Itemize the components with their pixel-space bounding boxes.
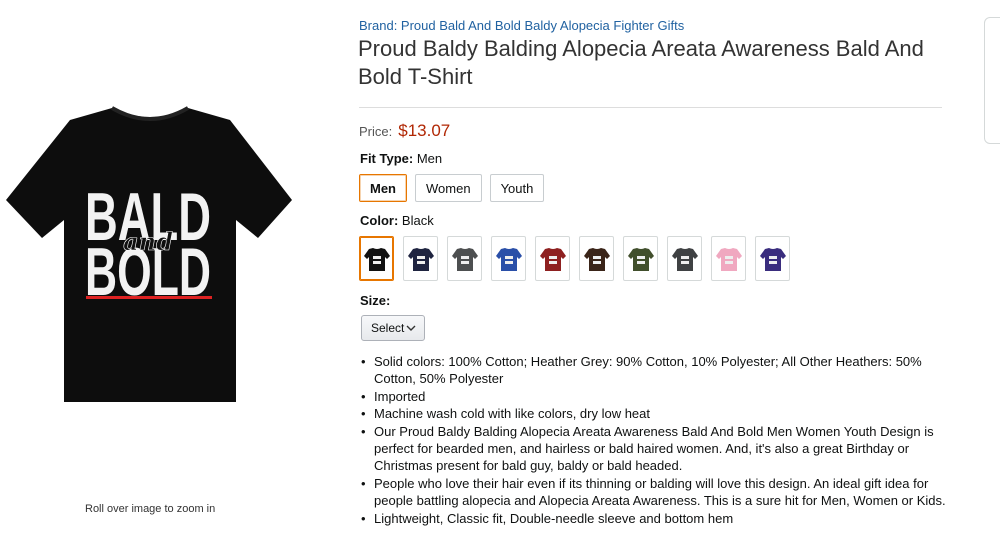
price-row: Price: $13.07 bbox=[359, 121, 450, 141]
size-select-value: Select bbox=[371, 321, 405, 335]
size-select[interactable]: Select bbox=[361, 315, 425, 341]
tshirt-thumbnail-icon bbox=[495, 247, 522, 271]
tshirt-thumbnail-icon bbox=[583, 247, 610, 271]
bullet-item: Solid colors: 100% Cotton; Heather Grey:… bbox=[361, 353, 954, 388]
fit-type-value: Men bbox=[416, 151, 443, 166]
tshirt-thumbnail-icon bbox=[671, 247, 698, 271]
tshirt-thumbnail-icon bbox=[363, 247, 390, 271]
feature-bullets: Solid colors: 100% Cotton; Heather Grey:… bbox=[361, 353, 954, 528]
color-swatch[interactable] bbox=[359, 236, 394, 281]
color-swatch[interactable] bbox=[491, 236, 526, 281]
bullet-item: People who love their hair even if its t… bbox=[361, 475, 954, 510]
fit-type-label: Fit Type: Men bbox=[360, 151, 442, 166]
tshirt-thumbnail-icon bbox=[539, 247, 566, 271]
bullet-item: Machine wash cold with like colors, dry … bbox=[361, 405, 954, 423]
tshirt-thumbnail-icon bbox=[407, 247, 434, 271]
color-label: Color: Black bbox=[360, 213, 434, 228]
color-swatch[interactable] bbox=[535, 236, 570, 281]
color-value: Black bbox=[401, 213, 434, 228]
buy-box-edge bbox=[984, 17, 1000, 144]
tshirt-print-mid: and bbox=[123, 227, 173, 256]
tshirt-thumbnail-icon bbox=[715, 247, 742, 271]
tshirt-thumbnail-icon bbox=[451, 247, 478, 271]
bullet-item: Imported bbox=[361, 388, 954, 406]
color-heading: Color: bbox=[360, 213, 399, 228]
color-swatch[interactable] bbox=[667, 236, 702, 281]
color-swatch[interactable] bbox=[447, 236, 482, 281]
brand-link[interactable]: Brand: Proud Bald And Bold Baldy Alopeci… bbox=[359, 18, 684, 33]
color-swatch[interactable] bbox=[579, 236, 614, 281]
fit-option-men[interactable]: Men bbox=[359, 174, 407, 202]
color-swatches bbox=[359, 236, 790, 281]
fit-type-options: Men Women Youth bbox=[359, 174, 545, 202]
divider bbox=[359, 107, 942, 108]
price-label: Price: bbox=[359, 124, 393, 139]
tshirt-thumbnail-icon bbox=[627, 247, 654, 271]
bullet-item: Lightweight, Classic fit, Double-needle … bbox=[361, 510, 954, 528]
price-value: $13.07 bbox=[398, 121, 451, 140]
fit-option-youth[interactable]: Youth bbox=[489, 174, 545, 202]
bullet-item: Our Proud Baldy Balding Alopecia Areata … bbox=[361, 423, 954, 475]
color-swatch[interactable] bbox=[711, 236, 746, 281]
color-swatch[interactable] bbox=[403, 236, 438, 281]
tshirt-thumbnail-icon bbox=[759, 247, 786, 271]
fit-option-women[interactable]: Women bbox=[415, 174, 482, 202]
color-swatch[interactable] bbox=[623, 236, 658, 281]
color-swatch[interactable] bbox=[755, 236, 790, 281]
product-page: BALD BOLD and Roll over image to zoom in… bbox=[0, 0, 1000, 547]
chevron-down-icon bbox=[406, 325, 416, 331]
size-label: Size: bbox=[360, 293, 391, 308]
product-image[interactable]: BALD BOLD and bbox=[0, 100, 300, 410]
fit-type-heading: Fit Type: bbox=[360, 151, 414, 166]
tshirt-image: BALD BOLD and bbox=[6, 106, 292, 402]
zoom-hint: Roll over image to zoom in bbox=[85, 503, 216, 515]
product-title: Proud Baldy Balding Alopecia Areata Awar… bbox=[358, 36, 924, 89]
